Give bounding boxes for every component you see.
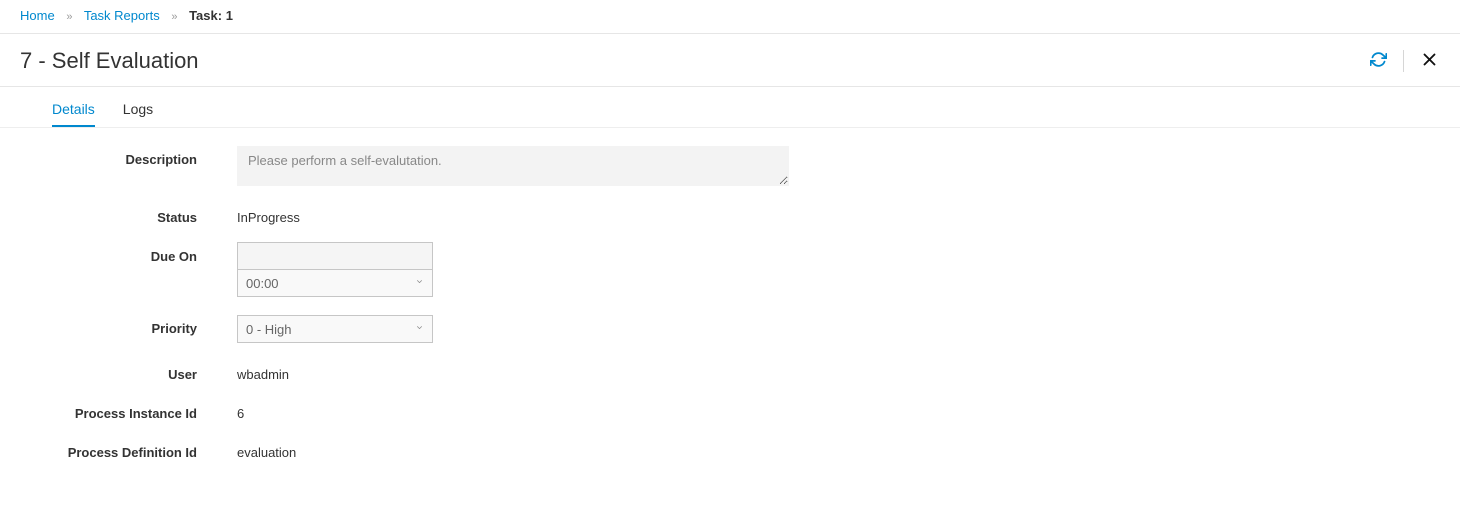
- priority-select[interactable]: 0 - High: [237, 315, 433, 343]
- header-separator: [1403, 50, 1404, 72]
- label-due-on: Due On: [52, 243, 237, 264]
- label-user: User: [52, 361, 237, 382]
- row-process-definition-id: Process Definition Id evaluation: [52, 439, 1408, 460]
- breadcrumb-current-label: Task: [189, 8, 218, 23]
- chevron-down-icon: [415, 323, 424, 335]
- breadcrumb: Home » Task Reports » Task: 1: [0, 0, 1460, 34]
- description-textarea[interactable]: [237, 146, 789, 186]
- tabs: Details Logs: [0, 91, 1460, 128]
- row-due-on: Due On 00:00: [52, 243, 1408, 297]
- value-process-definition-id: evaluation: [237, 439, 296, 460]
- value-status: InProgress: [237, 204, 300, 225]
- close-button[interactable]: [1418, 50, 1440, 72]
- due-on-stack: 00:00: [237, 243, 433, 297]
- row-priority: Priority 0 - High: [52, 315, 1408, 343]
- row-status: Status InProgress: [52, 204, 1408, 225]
- value-user: wbadmin: [237, 361, 289, 382]
- details-panel: Description Status InProgress Due On 00:…: [0, 128, 1460, 508]
- row-user: User wbadmin: [52, 361, 1408, 382]
- row-process-instance-id: Process Instance Id 6: [52, 400, 1408, 421]
- chevron-down-icon: [415, 277, 424, 289]
- breadcrumb-current-id: 1: [226, 8, 233, 23]
- breadcrumb-sep-icon: »: [171, 11, 177, 23]
- tab-logs[interactable]: Logs: [123, 91, 153, 127]
- tab-details[interactable]: Details: [52, 91, 95, 127]
- due-date-input[interactable]: [237, 242, 433, 270]
- label-process-definition-id: Process Definition Id: [52, 439, 237, 460]
- breadcrumb-task-reports[interactable]: Task Reports: [84, 8, 160, 23]
- header-actions: [1367, 50, 1440, 72]
- label-description: Description: [52, 146, 237, 167]
- breadcrumb-current: Task: 1: [189, 8, 233, 23]
- refresh-icon: [1370, 51, 1387, 71]
- breadcrumb-sep-icon: »: [66, 11, 72, 23]
- page-title: 7 - Self Evaluation: [20, 48, 1367, 74]
- due-time-value: 00:00: [246, 276, 279, 291]
- breadcrumb-home[interactable]: Home: [20, 8, 55, 23]
- label-process-instance-id: Process Instance Id: [52, 400, 237, 421]
- refresh-button[interactable]: [1367, 50, 1389, 72]
- close-icon: [1422, 52, 1437, 70]
- priority-value: 0 - High: [246, 322, 292, 337]
- due-time-select[interactable]: 00:00: [237, 269, 433, 297]
- page-header: 7 - Self Evaluation: [0, 34, 1460, 87]
- label-status: Status: [52, 204, 237, 225]
- label-priority: Priority: [52, 315, 237, 336]
- value-process-instance-id: 6: [237, 400, 244, 421]
- row-description: Description: [52, 146, 1408, 186]
